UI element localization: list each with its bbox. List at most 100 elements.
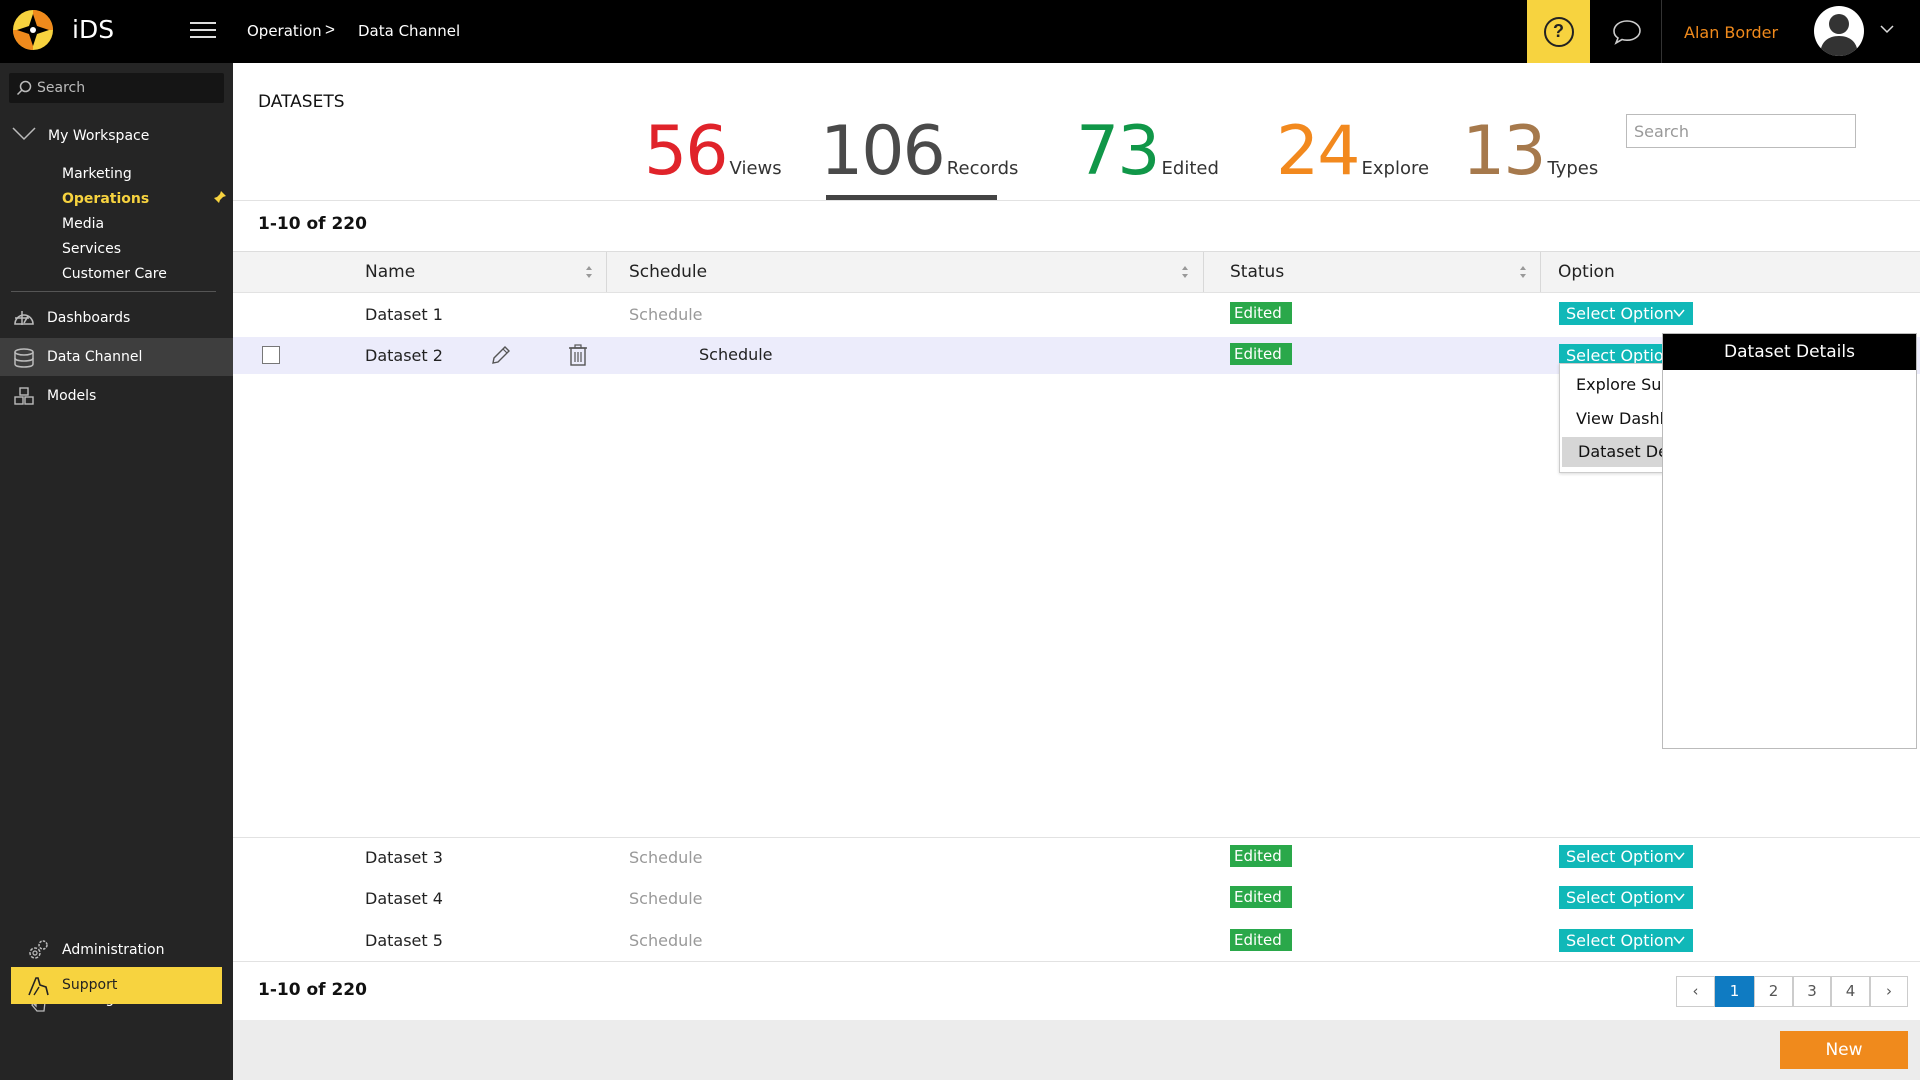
stat-label: Explore bbox=[1361, 158, 1430, 179]
row-checkbox[interactable] bbox=[262, 346, 280, 364]
support-button[interactable]: Support bbox=[11, 967, 222, 1004]
column-header-schedule[interactable]: Schedule bbox=[629, 262, 707, 282]
plus-icon[interactable] bbox=[13, 309, 31, 327]
search-input[interactable] bbox=[1626, 114, 1856, 148]
help-icon: ? bbox=[1543, 16, 1574, 47]
user-name[interactable]: Alan Border bbox=[1684, 23, 1778, 42]
column-divider bbox=[1540, 252, 1541, 292]
select-option-button[interactable]: Select Option bbox=[1559, 886, 1693, 909]
select-option-label: Select Option bbox=[1566, 931, 1674, 950]
chevron-down-icon[interactable] bbox=[1880, 22, 1894, 36]
sidebar-item-data-channel[interactable]: Data Channel bbox=[0, 338, 233, 376]
stat-value: 56 bbox=[644, 112, 729, 191]
chevron-down-icon bbox=[1673, 852, 1685, 861]
row-schedule[interactable]: Schedule bbox=[629, 305, 703, 324]
row-name[interactable]: Dataset 2 bbox=[365, 346, 443, 365]
menu-icon[interactable] bbox=[190, 22, 216, 40]
search-icon bbox=[16, 80, 32, 96]
stat-edited[interactable]: 73 Edited bbox=[1076, 118, 1219, 186]
workspace-item-marketing[interactable]: Marketing bbox=[62, 166, 132, 182]
status-badge: Edited bbox=[1230, 302, 1292, 324]
edit-icon[interactable] bbox=[490, 344, 512, 366]
sidebar-search[interactable]: Search bbox=[9, 73, 224, 103]
divider bbox=[233, 200, 1920, 201]
workspace-item-operations[interactable]: Operations bbox=[62, 191, 149, 207]
ids-logo-icon[interactable] bbox=[12, 9, 54, 51]
column-header-name[interactable]: Name bbox=[365, 262, 415, 282]
stat-types[interactable]: 13 Types bbox=[1462, 118, 1598, 186]
chat-icon[interactable] bbox=[1612, 19, 1642, 45]
select-option-label: Select Option bbox=[1566, 847, 1674, 866]
sidebar-item-label: Data Channel bbox=[47, 349, 143, 365]
support-label: Support bbox=[62, 977, 118, 993]
status-badge: Edited bbox=[1230, 343, 1292, 365]
pagination-page-2[interactable]: 2 bbox=[1754, 976, 1793, 1007]
sidebar-item-models[interactable]: Models bbox=[0, 377, 233, 415]
database-icon bbox=[14, 348, 34, 368]
column-header-option: Option bbox=[1558, 262, 1615, 282]
row-name[interactable]: Dataset 4 bbox=[365, 889, 443, 908]
sort-icon[interactable] bbox=[1181, 264, 1189, 280]
workspace-item-media[interactable]: Media bbox=[62, 216, 104, 232]
pagination-page-3[interactable]: 3 bbox=[1793, 976, 1831, 1007]
row-schedule[interactable]: Schedule bbox=[699, 345, 773, 364]
row-schedule[interactable]: Schedule bbox=[629, 848, 703, 867]
workspace-item-customer-care[interactable]: Customer Care bbox=[62, 266, 167, 282]
sort-icon[interactable] bbox=[1519, 264, 1527, 280]
stat-value: 24 bbox=[1276, 112, 1361, 191]
pagination-page-4[interactable]: 4 bbox=[1831, 976, 1870, 1007]
page-title: DATASETS bbox=[258, 92, 345, 112]
select-option-label: Select Option bbox=[1566, 888, 1674, 907]
table-header: Name Schedule Status Option bbox=[233, 251, 1920, 293]
select-option-button[interactable]: Select Option bbox=[1559, 845, 1693, 868]
dataset-details-panel: Dataset Details bbox=[1662, 333, 1917, 749]
top-bar: iDS Operation > Data Channel ? Alan Bord… bbox=[0, 0, 1920, 63]
workspace-label[interactable]: My Workspace bbox=[48, 128, 149, 144]
footer-bar bbox=[233, 1020, 1920, 1080]
help-button[interactable]: ? bbox=[1527, 0, 1590, 63]
column-divider bbox=[1203, 252, 1204, 292]
status-badge: Edited bbox=[1230, 886, 1292, 908]
sidebar-item-administration[interactable]: Administration bbox=[0, 930, 233, 970]
range-label-bottom: 1-10 of 220 bbox=[258, 980, 367, 1000]
sidebar-item-label: Administration bbox=[62, 942, 165, 958]
support-icon bbox=[28, 977, 49, 996]
avatar[interactable] bbox=[1814, 6, 1864, 56]
divider bbox=[233, 961, 1920, 962]
stat-views[interactable]: 56 Views bbox=[644, 118, 782, 186]
select-option-button[interactable]: Select Option bbox=[1559, 929, 1693, 952]
select-option-button[interactable]: Select Option bbox=[1559, 302, 1693, 325]
sidebar-item-label: Models bbox=[47, 388, 97, 404]
row-name[interactable]: Dataset 3 bbox=[365, 848, 443, 867]
sidebar-search-placeholder: Search bbox=[37, 80, 86, 96]
stat-label: Views bbox=[729, 158, 782, 179]
sort-icon[interactable] bbox=[585, 264, 593, 280]
chevron-down-icon bbox=[1673, 936, 1685, 945]
pagination-next-button[interactable]: › bbox=[1870, 976, 1908, 1007]
pin-icon[interactable] bbox=[214, 191, 226, 203]
gears-icon bbox=[29, 940, 48, 959]
row-name[interactable]: Dataset 5 bbox=[365, 931, 443, 950]
cubes-icon bbox=[14, 387, 34, 405]
stat-value: 106 bbox=[820, 112, 946, 191]
trash-icon[interactable] bbox=[567, 343, 589, 367]
row-schedule[interactable]: Schedule bbox=[629, 889, 703, 908]
row-schedule[interactable]: Schedule bbox=[629, 931, 703, 950]
user-silhouette-icon bbox=[1820, 14, 1858, 56]
breadcrumb-data-channel[interactable]: Data Channel bbox=[358, 22, 460, 40]
stat-explore[interactable]: 24 Explore bbox=[1276, 118, 1429, 186]
breadcrumb-operation[interactable]: Operation bbox=[247, 22, 322, 40]
sidebar-item-dashboards[interactable]: Dashboards bbox=[0, 299, 233, 337]
pagination-prev-button[interactable]: ‹ bbox=[1676, 976, 1715, 1007]
divider bbox=[11, 291, 216, 292]
column-header-status[interactable]: Status bbox=[1230, 262, 1284, 282]
row-name[interactable]: Dataset 1 bbox=[365, 305, 443, 324]
range-label-top: 1-10 of 220 bbox=[258, 214, 367, 234]
pagination-page-1[interactable]: 1 bbox=[1715, 976, 1754, 1007]
chevron-down-icon[interactable] bbox=[12, 127, 36, 141]
new-button[interactable]: New bbox=[1780, 1031, 1908, 1069]
sidebar: Search My Workspace Marketing Operations… bbox=[0, 63, 233, 1080]
stat-label: Edited bbox=[1161, 158, 1219, 179]
workspace-item-services[interactable]: Services bbox=[62, 241, 121, 257]
stat-records[interactable]: 106 Records bbox=[820, 118, 1018, 186]
